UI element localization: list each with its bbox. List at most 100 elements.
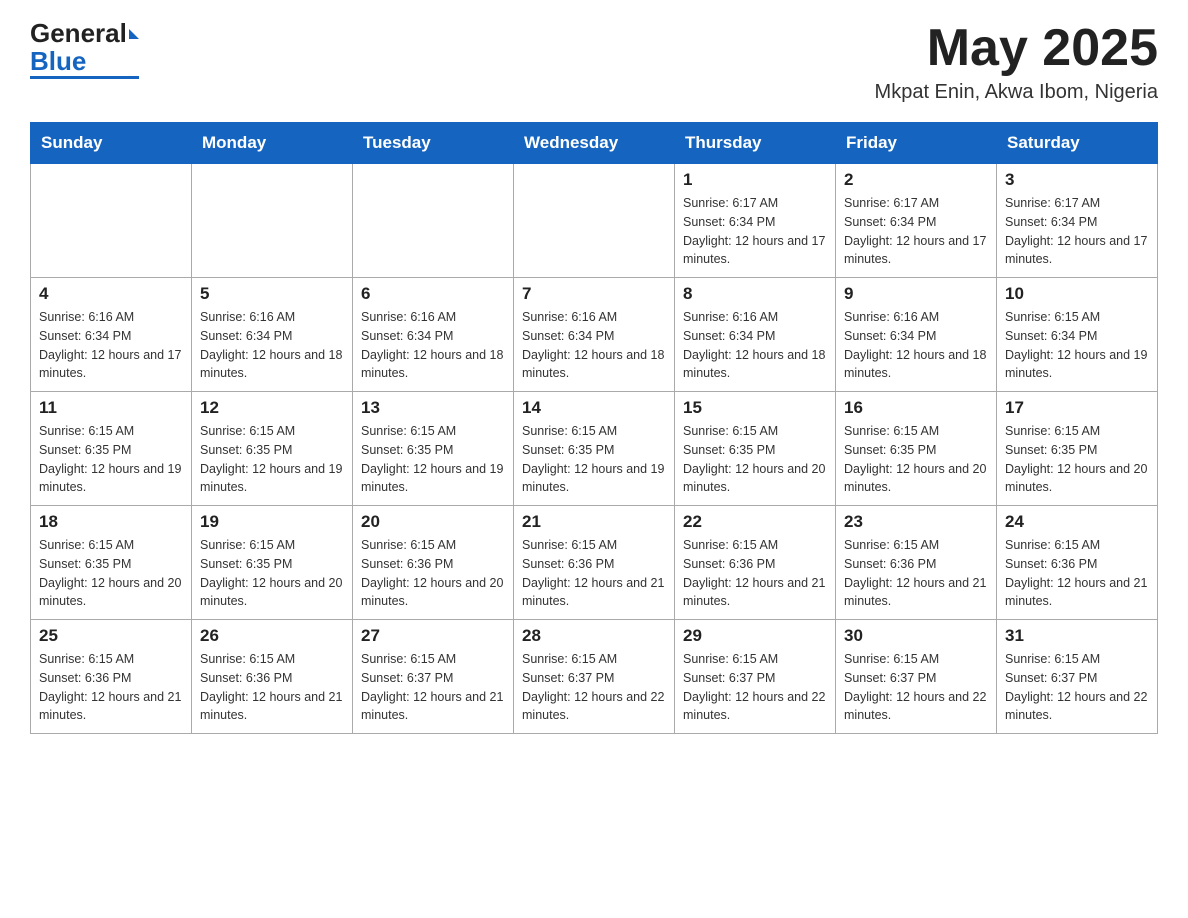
calendar-cell — [353, 164, 514, 278]
cell-day-number: 23 — [844, 512, 988, 532]
calendar-cell: 19 Sunrise: 6:15 AMSunset: 6:35 PMDayligh… — [192, 506, 353, 620]
calendar-cell: 30Sunrise: 6:15 AMSunset: 6:37 PMDayligh… — [836, 620, 997, 734]
cell-day-number: 26 — [200, 626, 344, 646]
cell-day-number: 5 — [200, 284, 344, 304]
header-tuesday: Tuesday — [353, 123, 514, 164]
cell-info: Sunrise: 6:15 AMSunset: 6:36 PMDaylight:… — [200, 650, 344, 725]
calendar-cell: 15 Sunrise: 6:15 AMSunset: 6:35 PMDayligh… — [675, 392, 836, 506]
calendar-week-row: 11 Sunrise: 6:15 AMSunset: 6:35 PMDayligh… — [31, 392, 1158, 506]
header-saturday: Saturday — [997, 123, 1158, 164]
cell-info: Sunrise: 6:16 AMSunset: 6:34 PMDaylight:… — [844, 308, 988, 383]
cell-day-number: 19 — [200, 512, 344, 532]
cell-day-number: 6 — [361, 284, 505, 304]
calendar-cell: 31Sunrise: 6:15 AMSunset: 6:37 PMDayligh… — [997, 620, 1158, 734]
logo: General Blue — [30, 20, 139, 79]
calendar-week-row: 18 Sunrise: 6:15 AMSunset: 6:35 PMDayligh… — [31, 506, 1158, 620]
calendar-cell: 18 Sunrise: 6:15 AMSunset: 6:35 PMDayligh… — [31, 506, 192, 620]
cell-info: Sunrise: 6:15 AMSunset: 6:36 PMDaylight:… — [522, 536, 666, 611]
cell-day-number: 31 — [1005, 626, 1149, 646]
cell-day-number: 4 — [39, 284, 183, 304]
cell-info: Sunrise: 6:17 AMSunset: 6:34 PMDaylight:… — [1005, 194, 1149, 269]
cell-info: Sunrise: 6:15 AMSunset: 6:35 PMDaylight:… — [844, 422, 988, 497]
logo-general: General — [30, 20, 127, 46]
calendar-cell: 28Sunrise: 6:15 AMSunset: 6:37 PMDayligh… — [514, 620, 675, 734]
calendar-cell: 5 Sunrise: 6:16 AMSunset: 6:34 PMDaylight… — [192, 278, 353, 392]
calendar-cell: 21 Sunrise: 6:15 AMSunset: 6:36 PMDayligh… — [514, 506, 675, 620]
cell-info: Sunrise: 6:15 AMSunset: 6:34 PMDaylight:… — [1005, 308, 1149, 383]
cell-info: Sunrise: 6:15 AMSunset: 6:35 PMDaylight:… — [522, 422, 666, 497]
cell-info: Sunrise: 6:17 AMSunset: 6:34 PMDaylight:… — [683, 194, 827, 269]
calendar-cell: 25Sunrise: 6:15 AMSunset: 6:36 PMDayligh… — [31, 620, 192, 734]
cell-info: Sunrise: 6:15 AMSunset: 6:37 PMDaylight:… — [361, 650, 505, 725]
cell-day-number: 16 — [844, 398, 988, 418]
calendar-cell: 12Sunrise: 6:15 AMSunset: 6:35 PMDayligh… — [192, 392, 353, 506]
header-monday: Monday — [192, 123, 353, 164]
cell-day-number: 13 — [361, 398, 505, 418]
calendar-cell: 16 Sunrise: 6:15 AMSunset: 6:35 PMDayligh… — [836, 392, 997, 506]
calendar-week-row: 4 Sunrise: 6:16 AMSunset: 6:34 PMDaylight… — [31, 278, 1158, 392]
calendar-cell: 29 Sunrise: 6:15 AMSunset: 6:37 PMDayligh… — [675, 620, 836, 734]
calendar-cell — [192, 164, 353, 278]
cell-day-number: 25 — [39, 626, 183, 646]
cell-day-number: 22 — [683, 512, 827, 532]
cell-info: Sunrise: 6:16 AMSunset: 6:34 PMDaylight:… — [200, 308, 344, 383]
cell-day-number: 28 — [522, 626, 666, 646]
cell-day-number: 18 — [39, 512, 183, 532]
cell-day-number: 20 — [361, 512, 505, 532]
header-thursday: Thursday — [675, 123, 836, 164]
cell-day-number: 30 — [844, 626, 988, 646]
cell-day-number: 15 — [683, 398, 827, 418]
cell-day-number: 21 — [522, 512, 666, 532]
cell-day-number: 9 — [844, 284, 988, 304]
calendar-cell: 24Sunrise: 6:15 AMSunset: 6:36 PMDayligh… — [997, 506, 1158, 620]
cell-info: Sunrise: 6:15 AMSunset: 6:35 PMDaylight:… — [39, 422, 183, 497]
logo-underline — [30, 76, 139, 79]
calendar-cell — [31, 164, 192, 278]
cell-info: Sunrise: 6:16 AMSunset: 6:34 PMDaylight:… — [683, 308, 827, 383]
calendar-cell: 17 Sunrise: 6:15 AMSunset: 6:35 PMDayligh… — [997, 392, 1158, 506]
cell-day-number: 11 — [39, 398, 183, 418]
calendar-cell — [514, 164, 675, 278]
calendar-cell: 6Sunrise: 6:16 AMSunset: 6:34 PMDaylight… — [353, 278, 514, 392]
cell-day-number: 17 — [1005, 398, 1149, 418]
calendar-week-row: 1 Sunrise: 6:17 AMSunset: 6:34 PMDaylight… — [31, 164, 1158, 278]
cell-info: Sunrise: 6:15 AMSunset: 6:36 PMDaylight:… — [1005, 536, 1149, 611]
cell-info: Sunrise: 6:15 AMSunset: 6:36 PMDaylight:… — [361, 536, 505, 611]
calendar-cell: 27Sunrise: 6:15 AMSunset: 6:37 PMDayligh… — [353, 620, 514, 734]
logo-blue-row: Blue — [30, 48, 86, 74]
cell-day-number: 1 — [683, 170, 827, 190]
cell-day-number: 14 — [522, 398, 666, 418]
cell-info: Sunrise: 6:15 AMSunset: 6:36 PMDaylight:… — [683, 536, 827, 611]
cell-day-number: 3 — [1005, 170, 1149, 190]
cell-info: Sunrise: 6:15 AMSunset: 6:35 PMDaylight:… — [1005, 422, 1149, 497]
cell-info: Sunrise: 6:15 AMSunset: 6:35 PMDaylight:… — [361, 422, 505, 497]
cell-day-number: 10 — [1005, 284, 1149, 304]
location-title: Mkpat Enin, Akwa Ibom, Nigeria — [875, 81, 1158, 104]
cell-day-number: 7 — [522, 284, 666, 304]
calendar-cell: 13 Sunrise: 6:15 AMSunset: 6:35 PMDayligh… — [353, 392, 514, 506]
cell-info: Sunrise: 6:15 AMSunset: 6:37 PMDaylight:… — [683, 650, 827, 725]
calendar-cell: 4 Sunrise: 6:16 AMSunset: 6:34 PMDaylight… — [31, 278, 192, 392]
calendar-table: SundayMondayTuesdayWednesdayThursdayFrid… — [30, 122, 1158, 734]
calendar-cell: 11 Sunrise: 6:15 AMSunset: 6:35 PMDayligh… — [31, 392, 192, 506]
cell-day-number: 29 — [683, 626, 827, 646]
calendar-cell: 20 Sunrise: 6:15 AMSunset: 6:36 PMDayligh… — [353, 506, 514, 620]
calendar-cell: 23Sunrise: 6:15 AMSunset: 6:36 PMDayligh… — [836, 506, 997, 620]
header-sunday: Sunday — [31, 123, 192, 164]
logo-triangle-icon — [129, 29, 139, 39]
title-area: May 2025 Mkpat Enin, Akwa Ibom, Nigeria — [875, 20, 1158, 104]
cell-info: Sunrise: 6:15 AMSunset: 6:35 PMDaylight:… — [200, 536, 344, 611]
cell-info: Sunrise: 6:16 AMSunset: 6:34 PMDaylight:… — [39, 308, 183, 383]
cell-info: Sunrise: 6:15 AMSunset: 6:35 PMDaylight:… — [39, 536, 183, 611]
calendar-cell: 2Sunrise: 6:17 AMSunset: 6:34 PMDaylight… — [836, 164, 997, 278]
calendar-cell: 3 Sunrise: 6:17 AMSunset: 6:34 PMDaylight… — [997, 164, 1158, 278]
cell-info: Sunrise: 6:16 AMSunset: 6:34 PMDaylight:… — [522, 308, 666, 383]
header-wednesday: Wednesday — [514, 123, 675, 164]
calendar-week-row: 25 Sunrise: 6:15 AMSunset: 6:36 PMDayligh… — [31, 620, 1158, 734]
cell-day-number: 12 — [200, 398, 344, 418]
cell-info: Sunrise: 6:15 AMSunset: 6:35 PMDaylight:… — [683, 422, 827, 497]
calendar-cell: 26 Sunrise: 6:15 AMSunset: 6:36 PMDayligh… — [192, 620, 353, 734]
cell-day-number: 2 — [844, 170, 988, 190]
calendar-cell: 10 Sunrise: 6:15 AMSunset: 6:34 PMDayligh… — [997, 278, 1158, 392]
calendar-cell: 8Sunrise: 6:16 AMSunset: 6:34 PMDaylight… — [675, 278, 836, 392]
